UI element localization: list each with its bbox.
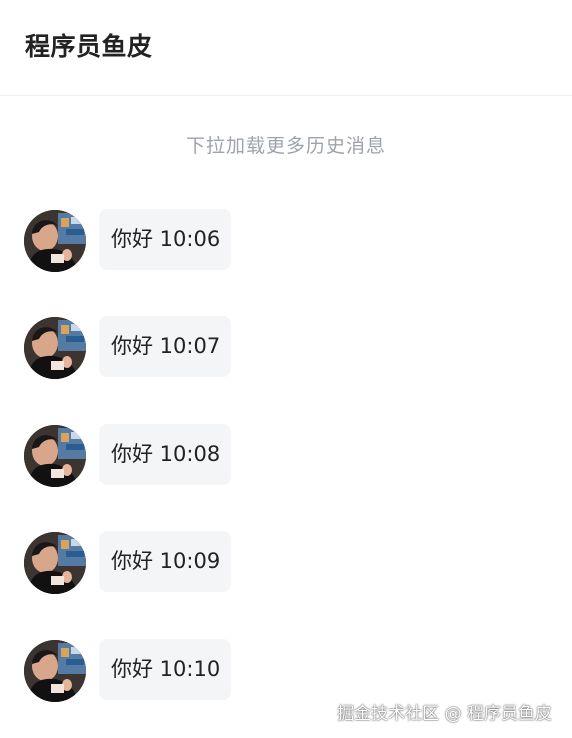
message-bubble[interactable]: 你好 10:06	[99, 209, 231, 270]
chat-screen: 程序员鱼皮 下拉加载更多历史消息 你好 10:06 你好 10:07 你好 10…	[0, 0, 572, 738]
avatar[interactable]	[24, 532, 86, 594]
message-bubble[interactable]: 你好 10:07	[99, 316, 231, 377]
message-row: 你好 10:10	[24, 639, 284, 703]
avatar[interactable]	[24, 317, 86, 379]
user-avatar-icon	[24, 210, 86, 272]
message-bubble[interactable]: 你好 10:08	[99, 424, 231, 485]
user-avatar-icon	[24, 532, 86, 594]
message-bubble[interactable]: 你好 10:10	[99, 639, 231, 700]
watermark: 掘金技术社区 @ 程序员鱼皮	[337, 704, 552, 724]
user-avatar-icon	[24, 425, 86, 487]
message-row: 你好 10:09	[24, 531, 284, 595]
avatar[interactable]	[24, 210, 86, 272]
avatar[interactable]	[24, 425, 86, 487]
user-avatar-icon	[24, 640, 86, 702]
avatar[interactable]	[24, 640, 86, 702]
message-list[interactable]: 你好 10:06 你好 10:07 你好 10:08 你好 10:09 你好 1…	[0, 0, 572, 738]
message-bubble[interactable]: 你好 10:09	[99, 531, 231, 592]
message-row: 你好 10:07	[24, 316, 284, 380]
user-avatar-icon	[24, 317, 86, 379]
message-row: 你好 10:08	[24, 424, 284, 488]
message-row: 你好 10:06	[24, 209, 284, 273]
